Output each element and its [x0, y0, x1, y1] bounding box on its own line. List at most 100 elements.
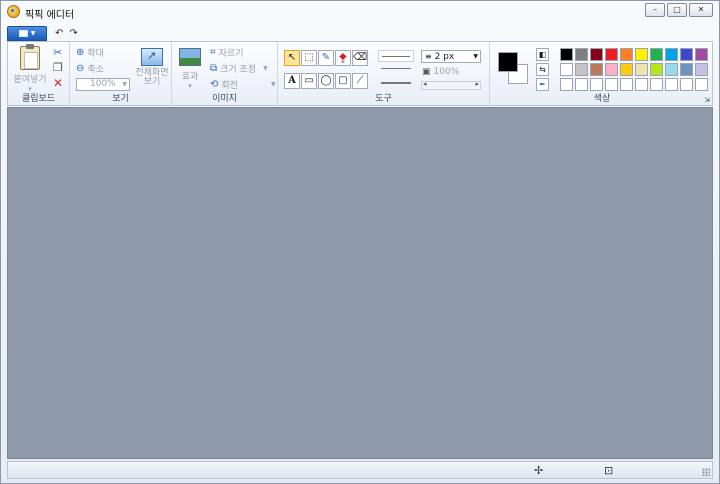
- color-picker-button[interactable]: ✒: [536, 78, 549, 91]
- line-size-select[interactable]: ≡ 2 px ▼: [421, 50, 481, 63]
- slider-left-arrow-icon: ◂: [423, 80, 427, 88]
- palette-swatch[interactable]: [575, 48, 588, 61]
- palette-swatch[interactable]: [560, 48, 573, 61]
- editor-window: 픽픽 에디터 – □ ✕ ▼ ↶ ↷ 붙여넣기 ▾ ✂ ❐ ✕ 클립보드 ⊕ 확…: [0, 0, 720, 484]
- undo-button[interactable]: ↶: [55, 28, 63, 39]
- zoom-level-select[interactable]: 100% ▼: [76, 78, 130, 91]
- palette-swatch[interactable]: [665, 78, 678, 91]
- palette-swatch[interactable]: [665, 48, 678, 61]
- palette-swatch[interactable]: [650, 63, 663, 76]
- swap-default-colors-button[interactable]: ◧: [536, 48, 549, 61]
- app-logo-icon: [7, 5, 20, 18]
- chevron-down-icon: ▼: [30, 29, 36, 37]
- delete-button[interactable]: ✕: [53, 76, 63, 90]
- rounded-rect-icon: ▢: [338, 75, 348, 86]
- fullscreen-button[interactable]: 전체화면 보기: [132, 44, 172, 87]
- resize-grip-icon[interactable]: [702, 468, 710, 476]
- line-style-solid[interactable]: [378, 50, 414, 62]
- chevron-down-icon: ▼: [263, 65, 268, 72]
- maximize-button[interactable]: □: [667, 3, 687, 17]
- zoom-level-value: 100%: [90, 79, 116, 89]
- zoom-out-button[interactable]: ⊖ 축소: [76, 62, 104, 75]
- palette-swatch[interactable]: [635, 63, 648, 76]
- palette-swatch[interactable]: [665, 63, 678, 76]
- line-size-value: 2 px: [434, 52, 455, 62]
- palette-swatch[interactable]: [635, 78, 648, 91]
- palette-swatch[interactable]: [575, 63, 588, 76]
- view-group-label: 보기: [112, 94, 129, 104]
- paste-button[interactable]: 붙여넣기 ▾: [10, 44, 50, 93]
- palette-swatch[interactable]: [605, 48, 618, 61]
- marquee-icon: ⬚: [304, 52, 314, 63]
- text-tool-button[interactable]: A: [284, 73, 300, 89]
- effect-button[interactable]: 효과 ▾: [174, 44, 206, 90]
- rectangle-shape-button[interactable]: ▭: [301, 73, 317, 89]
- palette-swatch[interactable]: [620, 78, 633, 91]
- line-style-thick[interactable]: [381, 82, 411, 84]
- palette-swatch[interactable]: [590, 78, 603, 91]
- rotate-button[interactable]: ⟲ 회전 ▼: [210, 78, 276, 91]
- redo-button[interactable]: ↷: [69, 28, 77, 39]
- palette-swatch[interactable]: [605, 78, 618, 91]
- move-cursor-icon: ✢: [534, 464, 544, 477]
- resize-label: 크기 조정: [220, 65, 257, 75]
- drawing-canvas[interactable]: [7, 107, 713, 459]
- select-tool-button[interactable]: ↖: [284, 50, 300, 66]
- palette-swatch[interactable]: [650, 78, 663, 91]
- palette-swatch[interactable]: [620, 63, 633, 76]
- zoom-out-icon: ⊖: [76, 63, 85, 74]
- zoom-in-button[interactable]: ⊕ 확대: [76, 46, 104, 59]
- palette-swatch[interactable]: [560, 63, 573, 76]
- palette-swatch[interactable]: [575, 78, 588, 91]
- swap-arrows-icon: ⇆: [539, 65, 546, 74]
- line-shape-button[interactable]: ⟋: [352, 73, 368, 89]
- palette-swatch[interactable]: [605, 63, 618, 76]
- palette-swatch[interactable]: [695, 63, 708, 76]
- tools-group-label: 도구: [375, 94, 392, 104]
- crop-button[interactable]: ⌗ 자르기: [210, 46, 243, 59]
- zoom-out-label: 축소: [87, 65, 104, 75]
- resize-button[interactable]: ⧉ 크기 조정 ▼: [210, 62, 268, 75]
- app-menu-button[interactable]: ▼: [7, 25, 47, 41]
- copy-button[interactable]: ❐: [53, 61, 63, 74]
- palette-swatch[interactable]: [560, 78, 573, 91]
- resize-icon: ⧉: [210, 63, 218, 74]
- minimize-button[interactable]: –: [645, 3, 665, 17]
- opacity-slider[interactable]: ◂ ▸: [421, 80, 481, 90]
- palette-swatch[interactable]: [680, 63, 693, 76]
- line-style-medium[interactable]: [381, 68, 411, 69]
- palette-swatch[interactable]: [590, 48, 603, 61]
- ellipse-shape-button[interactable]: ◯: [318, 73, 334, 89]
- view-group: ⊕ 확대 ⊖ 축소 100% ▼ 전체화면 보기 보기: [70, 42, 172, 106]
- colors-group: ◧ ⇆ ✒ ⇲ 색상: [490, 42, 714, 106]
- crop-icon: ⌗: [210, 47, 216, 58]
- opacity-icon: ▣: [422, 67, 431, 77]
- rotate-icon: ⟲: [210, 79, 219, 90]
- window-title: 픽픽 에디터: [25, 10, 75, 21]
- cut-button[interactable]: ✂: [53, 46, 62, 59]
- quick-access-toolbar: ▼ ↶ ↷: [7, 25, 78, 41]
- palette-swatch[interactable]: [680, 48, 693, 61]
- palette-swatch[interactable]: [620, 48, 633, 61]
- swap-colors-button[interactable]: ⇆: [536, 63, 549, 76]
- chevron-down-icon: ▼: [122, 81, 127, 88]
- palette-swatch[interactable]: [695, 48, 708, 61]
- eraser-tool-button[interactable]: ⌫: [352, 50, 368, 66]
- palette-swatch[interactable]: [680, 78, 693, 91]
- palette-swatch[interactable]: [650, 48, 663, 61]
- palette-swatch[interactable]: [635, 48, 648, 61]
- close-button[interactable]: ✕: [689, 3, 713, 17]
- rect-select-button[interactable]: ⬚: [301, 50, 317, 66]
- selection-size-icon: ⊡: [604, 464, 614, 477]
- palette-swatch[interactable]: [695, 78, 708, 91]
- pen-tool-button[interactable]: ✎: [318, 50, 334, 66]
- opacity-control[interactable]: ▣ 100%: [422, 67, 459, 77]
- palette-swatch[interactable]: [590, 63, 603, 76]
- line-weight-icon: ≡: [425, 52, 432, 61]
- primary-color-swatch[interactable]: [498, 52, 518, 72]
- clipboard-group: 붙여넣기 ▾ ✂ ❐ ✕ 클립보드: [8, 42, 70, 106]
- fill-tool-button[interactable]: ⧪: [335, 50, 351, 66]
- fullscreen-label-2: 보기: [143, 77, 161, 87]
- paste-label: 붙여넣기: [13, 75, 47, 85]
- rounded-rect-shape-button[interactable]: ▢: [335, 73, 351, 89]
